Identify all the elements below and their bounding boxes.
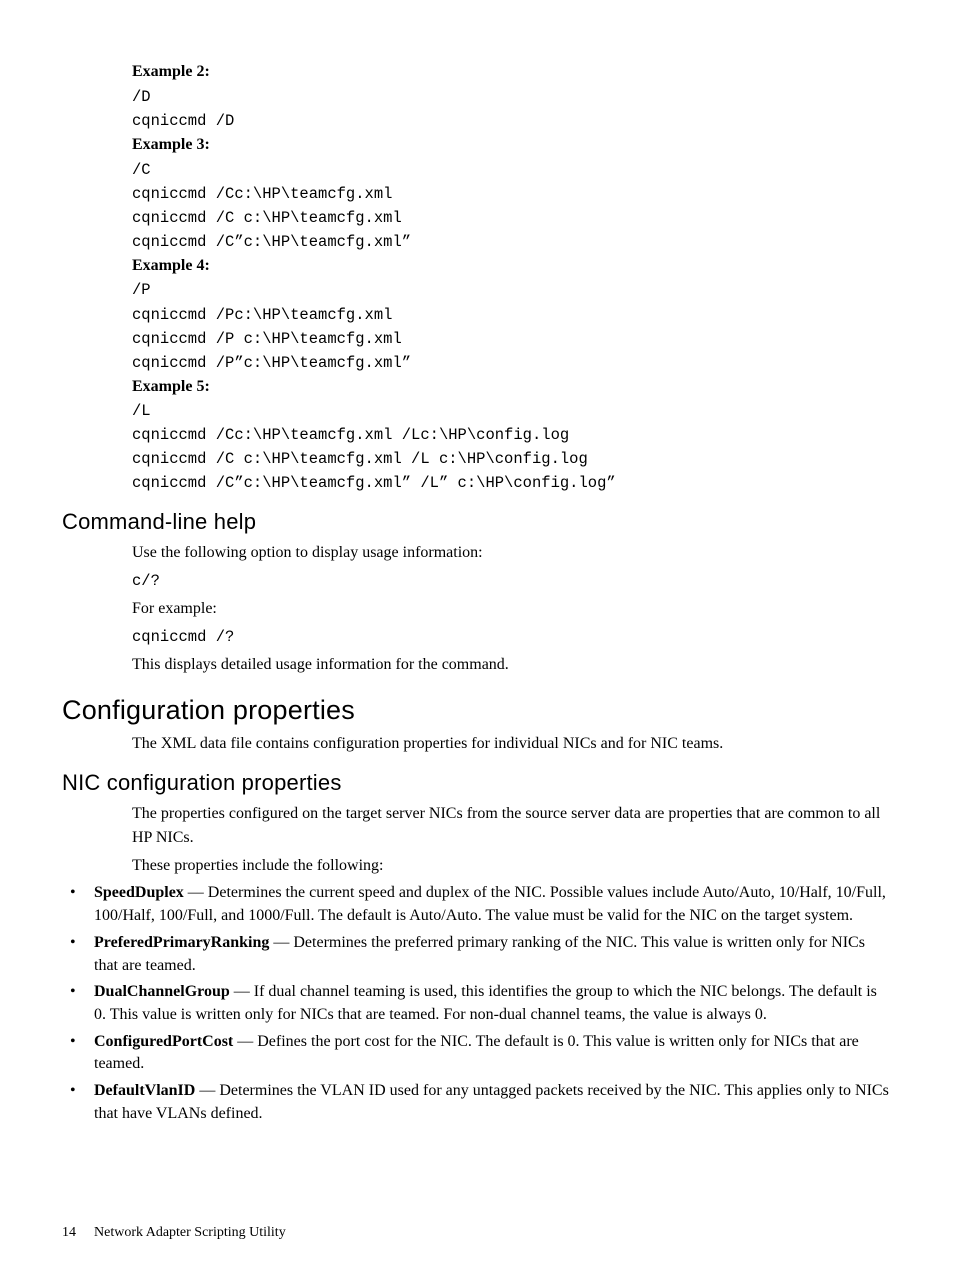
- list-item: SpeedDuplex — Determines the current spe…: [62, 882, 892, 927]
- page-footer: 14 Network Adapter Scripting Utility: [62, 1225, 286, 1241]
- prop-term: DefaultVlanID: [94, 1082, 195, 1099]
- prop-term: ConfiguredPortCost: [94, 1033, 233, 1050]
- configuration-properties-heading: Configuration properties: [62, 695, 892, 726]
- nic-configuration-properties-heading: NIC configuration properties: [62, 770, 892, 796]
- list-item: PreferedPrimaryRanking — Determines the …: [62, 932, 892, 977]
- example-5-line-1: cqniccmd /Cc:\HP\teamcfg.xml /Lc:\HP\con…: [132, 423, 892, 447]
- example-3-line-3: cqniccmd /C”c:\HP\teamcfg.xml”: [132, 230, 892, 254]
- page-number: 14: [62, 1225, 76, 1240]
- nicconfig-p1: The properties configured on the target …: [132, 802, 892, 850]
- list-item: ConfiguredPortCost — Defines the port co…: [62, 1031, 892, 1076]
- section-title: Network Adapter Scripting Utility: [94, 1225, 286, 1240]
- prop-desc: — Determines the current speed and duple…: [94, 884, 886, 924]
- list-item: DualChannelGroup — If dual channel teami…: [62, 981, 892, 1026]
- prop-term: PreferedPrimaryRanking: [94, 934, 269, 951]
- command-line-help-heading: Command-line help: [62, 509, 892, 535]
- example-5-line-3: cqniccmd /C”c:\HP\teamcfg.xml” /L” c:\HP…: [132, 471, 892, 495]
- example-5-line-0: /L: [132, 399, 892, 423]
- prop-term: SpeedDuplex: [94, 884, 184, 901]
- cmdhelp-for-example: For example:: [132, 597, 892, 621]
- example-3-line-1: cqniccmd /Cc:\HP\teamcfg.xml: [132, 182, 892, 206]
- example-2-line-1: cqniccmd /D: [132, 109, 892, 133]
- example-4-line-2: cqniccmd /P c:\HP\teamcfg.xml: [132, 327, 892, 351]
- prop-desc: — Determines the VLAN ID used for any un…: [94, 1082, 889, 1122]
- example-3-line-0: /C: [132, 158, 892, 182]
- example-5-line-2: cqniccmd /C c:\HP\teamcfg.xml /L c:\HP\c…: [132, 447, 892, 471]
- example-2-heading: Example 2:: [132, 60, 892, 85]
- example-4-line-0: /P: [132, 278, 892, 302]
- config-intro: The XML data file contains configuration…: [132, 732, 892, 756]
- example-2-line-0: /D: [132, 85, 892, 109]
- page: Example 2: /D cqniccmd /D Example 3: /C …: [0, 0, 954, 1271]
- nicconfig-p2: These properties include the following:: [132, 854, 892, 878]
- example-4-heading: Example 4:: [132, 254, 892, 279]
- cmdhelp-outro: This displays detailed usage information…: [132, 653, 892, 677]
- example-3-line-2: cqniccmd /C c:\HP\teamcfg.xml: [132, 206, 892, 230]
- cmdhelp-opt: c/?: [132, 569, 892, 593]
- nicconfig-list: SpeedDuplex — Determines the current spe…: [62, 882, 892, 1125]
- cmdhelp-example: cqniccmd /?: [132, 625, 892, 649]
- example-4-line-1: cqniccmd /Pc:\HP\teamcfg.xml: [132, 303, 892, 327]
- cmdhelp-intro: Use the following option to display usag…: [132, 541, 892, 565]
- list-item: DefaultVlanID — Determines the VLAN ID u…: [62, 1080, 892, 1125]
- example-3-heading: Example 3:: [132, 133, 892, 158]
- example-5-heading: Example 5:: [132, 375, 892, 400]
- prop-term: DualChannelGroup: [94, 983, 230, 1000]
- example-4-line-3: cqniccmd /P”c:\HP\teamcfg.xml”: [132, 351, 892, 375]
